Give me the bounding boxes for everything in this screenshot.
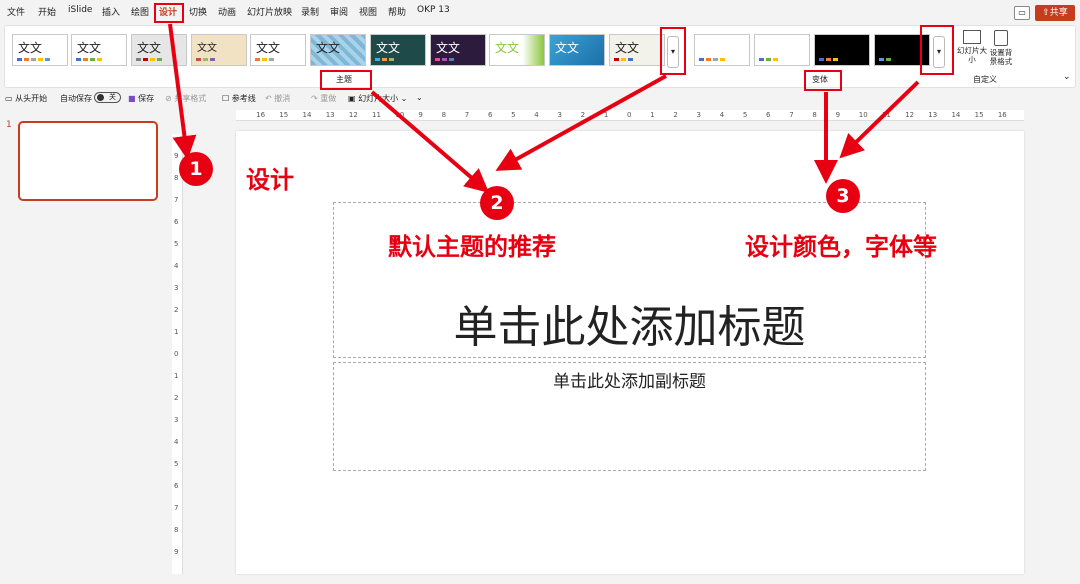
annotation-design: 设计 — [246, 166, 294, 194]
arrow-2b — [495, 74, 667, 171]
step-1-badge: 1 — [179, 152, 213, 186]
arrow-3b — [839, 80, 920, 159]
annotation-arrows — [168, 23, 920, 193]
step-2-badge: 2 — [480, 186, 514, 220]
annotation-colors-fonts: 设计颜色，字体等 — [745, 233, 937, 261]
step-3-badge: 3 — [826, 179, 860, 213]
annotation-theme-recommend: 默认主题的推荐 — [388, 233, 556, 261]
arrow-1 — [168, 23, 197, 160]
arrow-2a — [370, 90, 490, 193]
